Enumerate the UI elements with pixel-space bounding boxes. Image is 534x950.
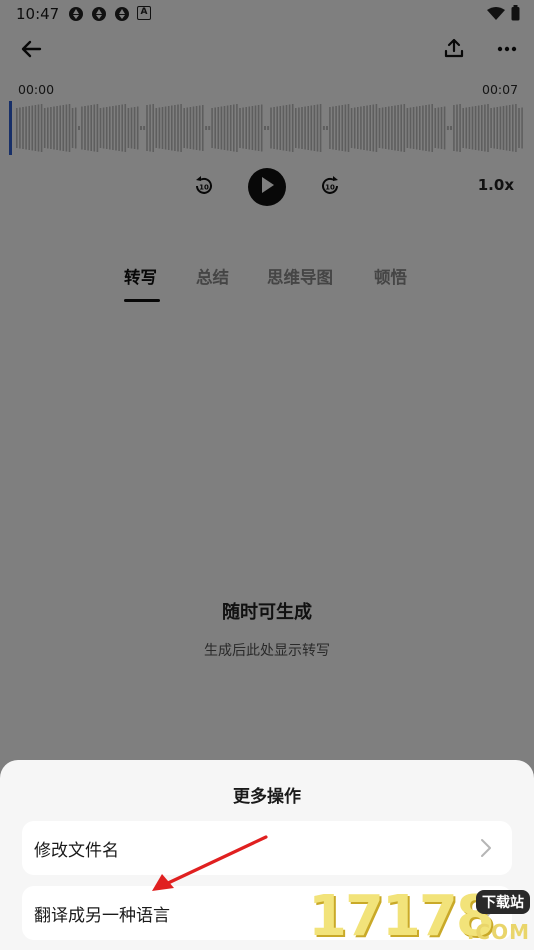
option-label: 翻译成另一种语言 (34, 905, 170, 926)
chevron-right-icon (480, 838, 492, 863)
watermark-digits: 17178 (308, 884, 495, 949)
sheet-title: 更多操作 (233, 787, 301, 807)
option-label: 修改文件名 (34, 840, 119, 861)
watermark-suffix: .COM (466, 920, 530, 944)
watermark-tag: 下载站 (476, 890, 530, 914)
annotation-arrow-icon (152, 835, 268, 891)
site-watermark: 17178 下载站 .COM (308, 884, 534, 950)
